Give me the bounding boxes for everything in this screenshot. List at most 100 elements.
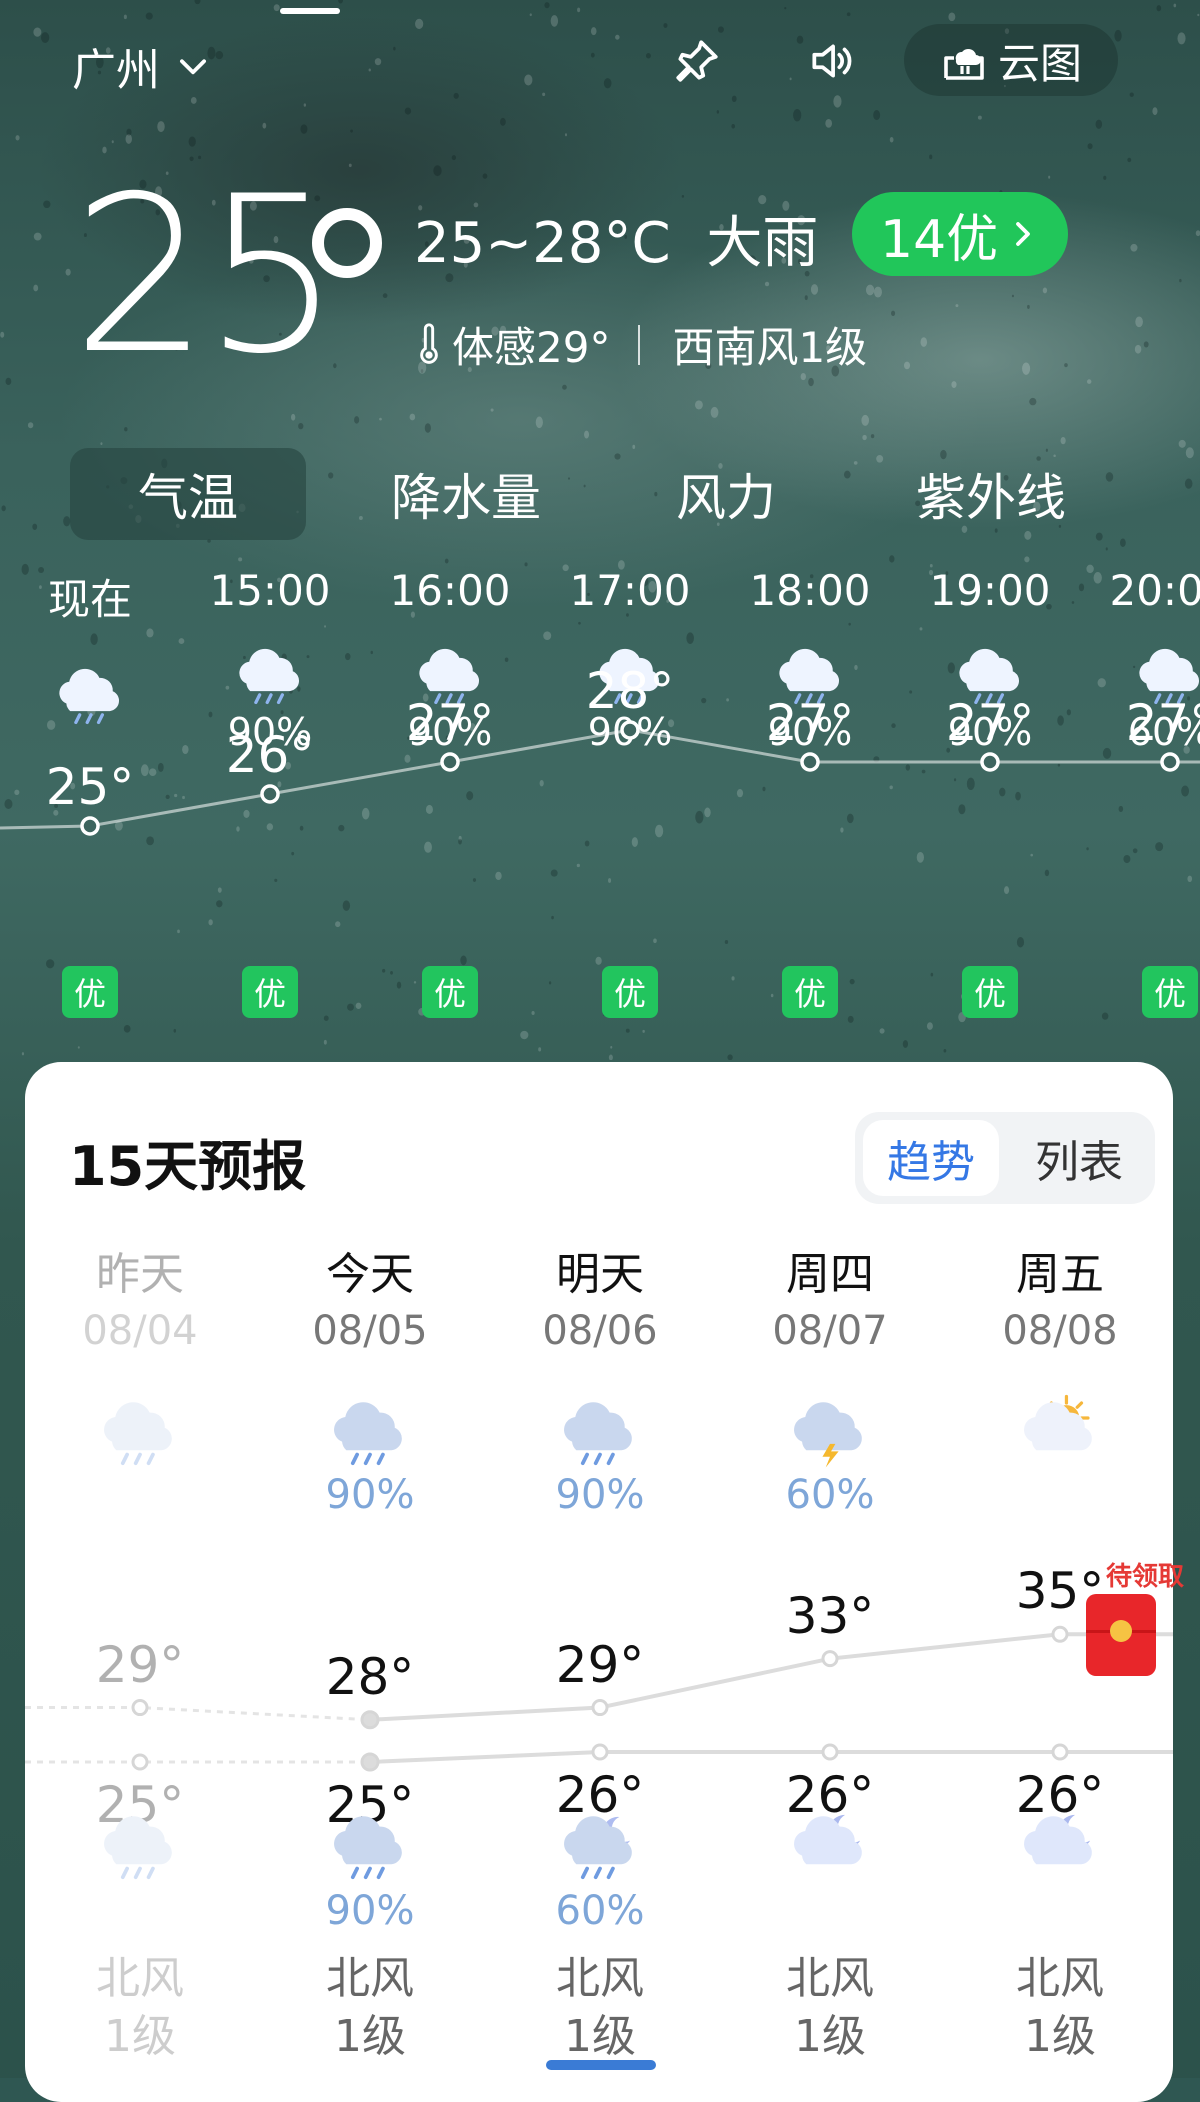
day-name: 周五 <box>1016 1249 1104 1300</box>
rain-cloud-icon <box>557 1392 643 1472</box>
wind-direction: 北风 <box>786 1953 874 2004</box>
tab-label: 气温 <box>138 469 238 527</box>
rain-cloud-icon <box>327 1392 413 1472</box>
hourly-forecast[interactable]: 现在 25° 优 15:00 90% 26° 优 16:00 90% 27° 优 17:00 90% 28… <box>0 560 1200 1040</box>
metric-tabs: 气温 降水量 风力 紫外线 <box>70 448 1200 540</box>
forecast-day[interactable]: 明天 08/06 90% 29° 26° 60% 北风 1级 <box>485 1062 715 2102</box>
hour-label: 15:00 <box>209 566 331 615</box>
day-date: 08/07 <box>772 1308 888 1354</box>
wind-direction: 北风 <box>556 1953 644 2004</box>
tab-precipitation[interactable]: 降水量 <box>356 448 576 540</box>
forecast-day[interactable]: 周四 08/07 60% 33° 26° 北风 1级 <box>715 1062 945 2102</box>
hour-temp: 27° <box>945 694 1035 752</box>
feels-like: 体感29° <box>452 323 611 372</box>
thunder-cloud-icon <box>787 1392 873 1472</box>
day-date: 08/08 <box>1002 1308 1118 1354</box>
rain-cloud-icon <box>52 660 130 730</box>
day-high-temp: 28° <box>325 1647 415 1706</box>
wind-level: 1级 <box>794 2011 866 2062</box>
hour-aqi-badge: 优 <box>62 966 118 1018</box>
cloud-map-icon <box>944 48 984 80</box>
night-precip-probability: 60% <box>555 1888 645 1934</box>
tab-uv[interactable]: 紫外线 <box>876 448 1106 540</box>
hour-temp: 28° <box>585 662 675 720</box>
wind-info: 西南风1级 <box>672 323 868 372</box>
cloud-map-button[interactable]: 云图 <box>904 24 1118 96</box>
tab-label: 风力 <box>676 469 776 527</box>
hour-aqi-badge: 优 <box>1142 966 1198 1018</box>
wind-direction: 北风 <box>326 1953 414 2004</box>
tab-wind[interactable]: 风力 <box>626 448 826 540</box>
city-selector[interactable]: 广州 <box>72 34 212 98</box>
tab-label: 紫外线 <box>916 469 1066 527</box>
rain-cloud-icon <box>97 1806 183 1886</box>
temp-range: 25~28°C <box>414 211 671 276</box>
cloud-map-label: 云图 <box>997 38 1082 88</box>
hour-label: 18:00 <box>749 566 871 615</box>
forecast-day[interactable]: 昨天 08/04 29° 25° 北风 1级 <box>25 1062 255 2102</box>
red-packet-icon[interactable] <box>1086 1594 1156 1676</box>
hourly-item: 20:0060%27°优 <box>1080 560 1200 1040</box>
speaker-icon[interactable] <box>806 36 856 86</box>
rain-cloud-icon <box>97 1392 183 1472</box>
condition: 大雨 <box>706 211 819 276</box>
day-precip-probability: 60% <box>785 1472 875 1518</box>
night-precip-probability: 90% <box>325 1888 415 1934</box>
degree-symbol <box>312 208 382 278</box>
hourly-item: 15:00 90% 26° 优 <box>180 560 360 1040</box>
temp-range-condition: 25~28°C 大雨 <box>414 198 818 279</box>
day-name: 昨天 <box>96 1249 184 1300</box>
moon-cloud-icon <box>787 1806 873 1886</box>
day-name: 今天 <box>326 1249 414 1300</box>
hour-aqi-badge: 优 <box>242 966 298 1018</box>
feels-like-row: 体感29° 西南风1级 <box>414 314 867 375</box>
coin-icon <box>1110 1620 1132 1642</box>
day-high-temp: 29° <box>555 1635 645 1694</box>
hour-label: 16:00 <box>389 566 511 615</box>
hour-label: 现在 <box>47 575 132 624</box>
forecast-card: 15天预报 趋势 列表 昨天 08/04 29° 25° 北风 1级 今天 08/05 90% 2… <box>25 1062 1173 2102</box>
wind-direction: 北风 <box>96 1953 184 2004</box>
day-date: 08/04 <box>82 1308 198 1354</box>
promo-label: 待领取 <box>1106 1562 1185 1592</box>
forecast-day[interactable]: 今天 08/05 90% 28° 25° 90% 北风 1级 <box>255 1062 485 2102</box>
hourly-item: 现在 25° 优 <box>0 560 180 1040</box>
day-high-temp: 29° <box>95 1635 185 1694</box>
tab-temperature[interactable]: 气温 <box>70 448 306 540</box>
hourly-item: 19:00 90% 27° 优 <box>900 560 1080 1040</box>
wind-level: 1级 <box>564 2011 636 2062</box>
hour-temp: 27° <box>1125 694 1200 752</box>
wind-level: 1级 <box>104 2011 176 2062</box>
chevron-down-icon <box>180 59 206 75</box>
hourly-item: 16:00 90% 27° 优 <box>360 560 540 1040</box>
day-name: 周四 <box>786 1249 874 1300</box>
hour-aqi-badge: 优 <box>602 966 658 1018</box>
wind-direction: 北风 <box>1016 1953 1104 2004</box>
hour-aqi-badge: 优 <box>962 966 1018 1018</box>
aqi-badge[interactable]: 14优 <box>852 192 1069 276</box>
pin-icon[interactable] <box>672 36 722 86</box>
hour-label: 19:00 <box>929 566 1051 615</box>
day-name: 明天 <box>556 1249 644 1300</box>
hour-label: 17:00 <box>569 566 691 615</box>
chevron-right-icon <box>1016 222 1031 246</box>
day-high-temp: 33° <box>785 1586 875 1645</box>
day-date: 08/05 <box>312 1308 428 1354</box>
rain-cloud-icon <box>232 640 310 710</box>
moon-cloud-icon <box>1017 1806 1103 1886</box>
day-precip-probability: 90% <box>325 1472 415 1518</box>
wind-level: 1级 <box>334 2011 406 2062</box>
hour-aqi-badge: 优 <box>422 966 478 1018</box>
hour-label: 20:00 <box>1109 566 1200 615</box>
tab-label: 降水量 <box>391 469 541 527</box>
hour-aqi-badge: 优 <box>782 966 838 1018</box>
city-name: 广州 <box>72 45 160 96</box>
moon-rain-cloud-icon <box>557 1806 643 1886</box>
hour-temp: 26° <box>225 726 315 784</box>
hour-temp: 27° <box>765 694 855 752</box>
thermometer-icon <box>420 322 438 364</box>
scroll-indicator <box>546 2060 656 2070</box>
aqi-label: 14优 <box>880 209 999 270</box>
hourly-item: 17:00 90% 28° 优 <box>540 560 720 1040</box>
status-indicator <box>280 8 340 14</box>
